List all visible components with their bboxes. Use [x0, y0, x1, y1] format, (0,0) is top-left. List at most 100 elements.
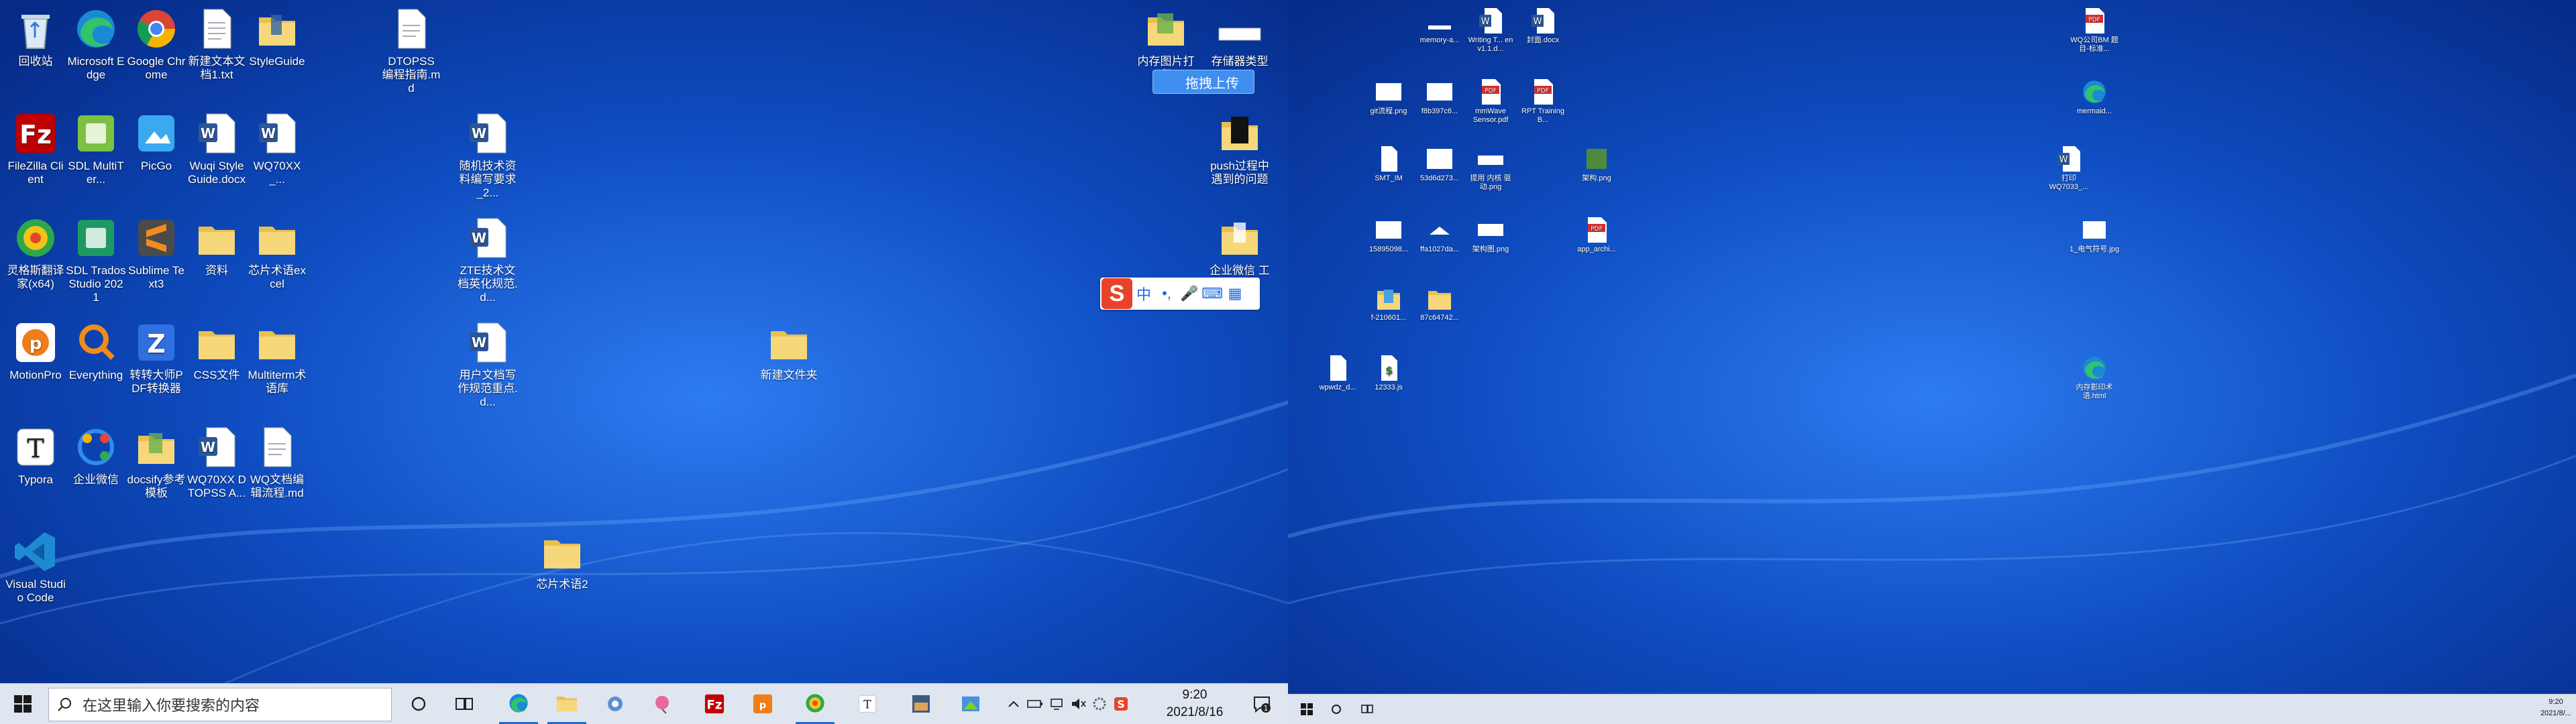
ime-mode-toggle[interactable]: 中 — [1132, 283, 1155, 304]
right-icon-cover[interactable]: W 封面.docx — [1516, 7, 1570, 45]
taskbar-app-photo[interactable] — [902, 684, 941, 724]
right-icon-memory-terms-html[interactable]: 内存影印术语.html — [2068, 354, 2121, 401]
desktop-icon-push-issues[interactable]: push过程中遇到的问题 — [1206, 110, 1273, 186]
right-icon-rpt-training[interactable]: PDF RPT Training B... — [1516, 78, 1570, 125]
tray-network[interactable] — [1046, 684, 1067, 724]
taskbar-app-paint[interactable] — [951, 684, 990, 724]
taskbar-edge[interactable] — [499, 684, 538, 724]
desktop-icon-dtopss-guide[interactable]: DTOPSS 编程指南.md — [381, 5, 441, 95]
desktop-icon-memory-types[interactable]: 存储器类型 — [1206, 5, 1273, 68]
desktop-icon-wecom-work[interactable]: 企业微信 工 — [1206, 215, 1273, 278]
ime-mic-icon[interactable]: 🎤 — [1178, 285, 1201, 302]
desktop-icon-everything[interactable]: Everything — [66, 319, 126, 382]
pdf-icon: PDF — [1588, 217, 1607, 243]
desktop-icon-wq70xx-dtopss[interactable]: W WQ70XX DTOPSS A... — [186, 424, 247, 500]
desktop-icon-chip-terms-2[interactable]: 芯片术语2 — [532, 528, 592, 591]
tray-overflow-chevron[interactable] — [1004, 684, 1024, 724]
right-icon-wpwdz[interactable]: wpwdz_d... — [1311, 354, 1364, 392]
desktop-icon-sublime[interactable]: Sublime Text3 — [126, 215, 186, 291]
task-view-button[interactable] — [447, 684, 482, 724]
desktop-icon-pdf-converter[interactable]: Z 转转大师PDF转换器 — [126, 319, 186, 396]
ime-punct-toggle[interactable]: •, — [1155, 285, 1178, 302]
drag-upload-button[interactable]: 拖拽上传 — [1152, 70, 1254, 94]
desktop-icon-wq-doc-process[interactable]: WQ文档编辑流程.md — [247, 424, 307, 500]
desktop-icon-chip-terms-excel[interactable]: 芯片术语excel — [247, 215, 307, 291]
desktop-icon-picgo[interactable]: PicGo — [126, 110, 186, 173]
taskbar-app-3[interactable] — [596, 684, 635, 724]
secondary-cortana-button[interactable] — [1322, 695, 1351, 724]
desktop-icon-sdl-multiterm[interactable]: SDL MultiTer... — [66, 110, 126, 186]
desktop-icon-sdl-trados[interactable]: SDL Trados Studio 2021 — [66, 215, 126, 304]
desktop-icon-ziliao[interactable]: 资料 — [186, 215, 247, 278]
right-icon-kernel-driver[interactable]: 提用 内核 驱动.png — [1464, 145, 1517, 192]
desktop-icon-wuqi-style-guide[interactable]: W Wuqi Style Guide.docx — [186, 110, 247, 186]
right-icon-smt-im[interactable]: SMT_IM — [1362, 145, 1415, 183]
right-icon-f8b397c6[interactable]: f8b397c6... — [1413, 78, 1466, 116]
taskbar-motionpro[interactable]: p — [743, 684, 782, 724]
right-icon-print-wq7033[interactable]: W 打印 WQ7033_... — [2042, 145, 2096, 192]
desktop-icon-zte-doc-spec[interactable]: W ZTE技术文档英化规范.d... — [458, 215, 518, 304]
desktop-icon-filezilla[interactable]: Fz FileZilla Client — [5, 110, 66, 186]
secondary-task-view-button[interactable] — [1352, 695, 1382, 724]
tray-battery[interactable] — [1025, 684, 1045, 724]
right-icon-arch-png[interactable]: 架构.png — [1570, 145, 1623, 183]
right-icon-mmwave[interactable]: PDF mmWave Sensor.pdf — [1464, 78, 1517, 125]
desktop-icon-motionpro[interactable]: p MotionPro — [5, 319, 66, 382]
desktop-icon-user-doc-spec[interactable]: W 用户文档写作规范重点.d... — [458, 319, 518, 409]
tray-sogou[interactable]: S — [1111, 684, 1131, 724]
desktop-icon-random-tech-writing-req[interactable]: W 随机技术资料编写要求_2... — [458, 110, 518, 200]
tray-volume[interactable] — [1068, 684, 1088, 724]
right-icon-wq-bm[interactable]: PDF WQ公司BM 题目-标准... — [2068, 7, 2121, 54]
desktop-icon-edge[interactable]: Microsoft Edge — [66, 5, 126, 82]
right-icon-app-archi[interactable]: PDF app_archi... — [1570, 216, 1623, 254]
desktop-icon-new-folder[interactable]: 新建文件夹 — [759, 319, 819, 382]
right-icon-53d6d273[interactable]: 53d6d273... — [1413, 145, 1466, 183]
pdf-icon: PDF — [1534, 79, 1553, 105]
ime-toolbar[interactable]: S 中 •, 🎤 ⌨ ▦ — [1100, 278, 1260, 310]
right-icon-87c64742[interactable]: 87c64742... — [1413, 284, 1466, 322]
right-icon-electrical-symbols[interactable]: 1_电气符号.jpg — [2068, 216, 2121, 254]
desktop-icon-new-text-doc[interactable]: 新建文本文档1.txt — [186, 5, 247, 82]
taskbar-lingoes[interactable] — [796, 684, 835, 724]
desktop-icon-wecom[interactable]: 企业微信 — [66, 424, 126, 487]
right-icon-git-flow[interactable]: git流程.png — [1362, 78, 1415, 116]
secondary-clock[interactable]: 9:20 2021/8/... — [2536, 697, 2576, 719]
desktop-icon-typora[interactable]: T Typora — [5, 424, 66, 487]
start-button[interactable] — [0, 684, 46, 724]
windows-icon — [14, 695, 32, 713]
ime-keyboard-icon[interactable]: ⌨ — [1201, 285, 1224, 302]
desktop-icon-chrome[interactable]: Google Chrome — [126, 5, 186, 82]
taskbar-typora[interactable]: T — [848, 684, 887, 724]
taskbar-filezilla[interactable]: Fz — [695, 684, 734, 724]
right-icon-ffa1027da[interactable]: ffa1027da... — [1413, 216, 1466, 254]
cortana-button[interactable] — [401, 684, 436, 724]
tray-settings[interactable] — [1089, 684, 1110, 724]
left-desktop: 回收站 Fz FileZilla Client 灵格斯翻译家(x64) p Mo… — [0, 0, 1288, 724]
desktop-icon-wq70xx[interactable]: W WQ70XX_... — [247, 110, 307, 186]
notification-center-button[interactable]: 1 — [1245, 684, 1279, 724]
right-icon-15895098[interactable]: 15895098... — [1362, 216, 1415, 254]
desktop-icon-multiterm-termbase[interactable]: Multiterm术语库 — [247, 319, 307, 396]
balloon-icon — [655, 696, 669, 714]
ime-menu-icon[interactable]: ▦ — [1224, 285, 1246, 302]
desktop-icon-recycle-bin[interactable]: 回收站 — [5, 5, 66, 68]
desktop-icon-styleguide[interactable]: StyleGuide — [247, 5, 307, 68]
taskbar-search-box[interactable]: 在这里输入你要搜索的内容 — [48, 688, 392, 721]
right-icon-arch-diagram[interactable]: 架构图.png — [1464, 216, 1517, 254]
right-icon-12333-js[interactable]: $ 12333.js — [1362, 354, 1415, 392]
desktop-icon-css-folder[interactable]: CSS文件 — [186, 319, 247, 382]
desktop-icon-lingoes[interactable]: 灵格斯翻译家(x64) — [5, 215, 66, 291]
right-icon-f-210601[interactable]: f-210601... — [1362, 284, 1415, 322]
desktop-icon-vscode[interactable]: Visual Studio Code — [5, 528, 66, 605]
taskbar-file-explorer[interactable] — [547, 684, 586, 724]
secondary-start-button[interactable] — [1288, 695, 1326, 724]
taskbar-app-4[interactable] — [644, 684, 683, 724]
recycle-bin-icon — [21, 15, 50, 49]
right-icon-mermaid[interactable]: mermaid... — [2068, 78, 2121, 116]
right-icon-memory-a[interactable]: memory-a... — [1413, 7, 1466, 45]
right-icon-writing[interactable]: W Writing T... en v1.1.d... — [1464, 7, 1517, 54]
sogou-logo[interactable]: S — [1102, 278, 1132, 309]
word-doc-icon: W — [470, 113, 506, 154]
taskbar-clock[interactable]: 9:20 2021/8/16 — [1151, 686, 1238, 721]
desktop-icon-docsify[interactable]: docsify参考模板 — [126, 424, 186, 500]
